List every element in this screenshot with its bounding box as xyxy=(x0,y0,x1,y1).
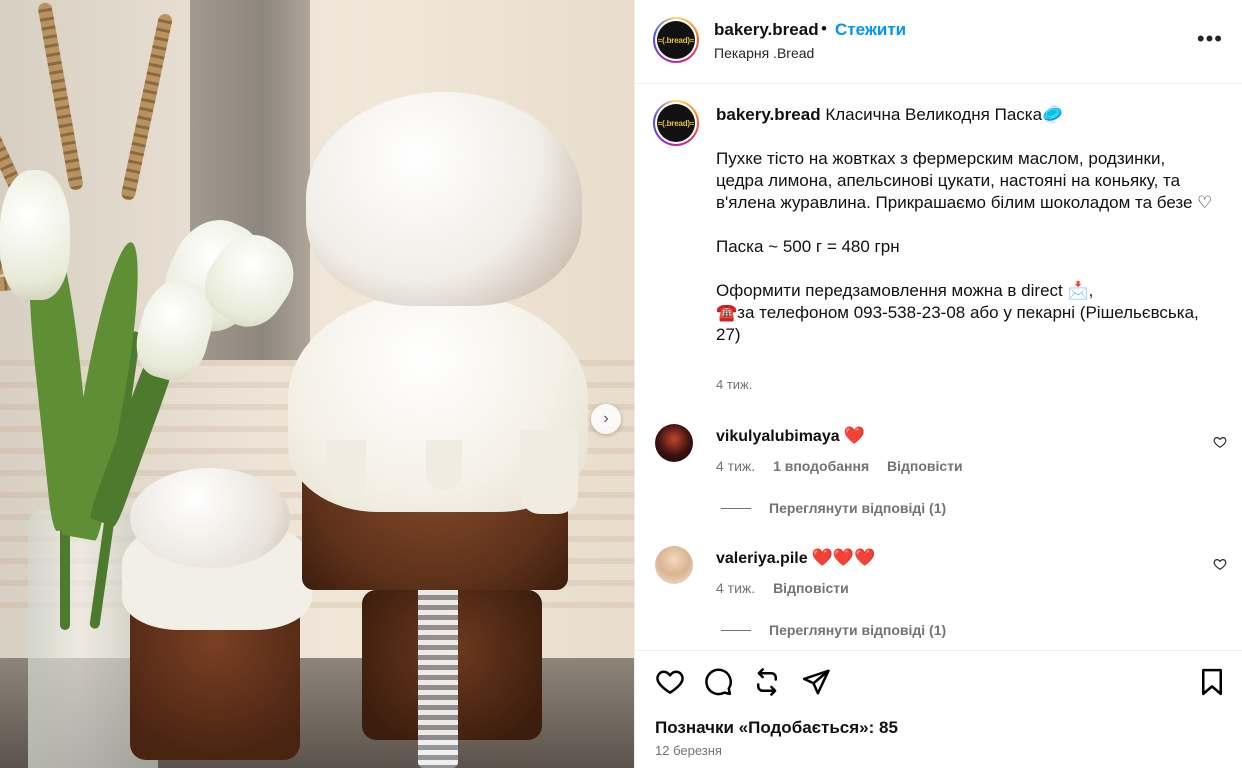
post-actions: Позначки «Подобається»: 85 12 березня xyxy=(635,650,1242,768)
separator-dot: • xyxy=(821,19,827,38)
comment-meta: 4 тиж. Відповісти xyxy=(716,580,863,596)
bookmark-icon[interactable] xyxy=(1197,667,1227,697)
comment-timestamp[interactable]: 4 тиж. xyxy=(716,458,755,474)
author-subtitle[interactable]: Пекарня .Bread xyxy=(714,45,814,61)
author-username[interactable]: bakery.bread xyxy=(714,20,819,40)
reply-button[interactable]: Відповісти xyxy=(773,580,849,596)
repost-icon[interactable] xyxy=(752,667,782,697)
divider-line xyxy=(721,507,751,509)
view-replies-label: Переглянути відповіді (1) xyxy=(769,500,947,516)
post-date[interactable]: 12 березня xyxy=(655,743,722,758)
main-paska-meringue xyxy=(306,92,582,306)
post-image[interactable]: › xyxy=(0,0,634,768)
comment-icon[interactable] xyxy=(703,667,733,697)
comment-header: vikulyalubimaya ❤️ xyxy=(716,426,865,446)
bakery-logo: ≈(.bread)≈ xyxy=(657,104,695,142)
commenter-avatar[interactable] xyxy=(655,424,693,462)
bakery-logo: ≈(.bread)≈ xyxy=(657,21,695,59)
heart-icon[interactable] xyxy=(1213,557,1227,571)
follow-button[interactable]: Стежити xyxy=(835,20,906,40)
caption-paragraph: Пухке тісто на жовтках з фермерским масл… xyxy=(716,149,1213,212)
post-caption: bakery.bread Класична Великодня Паска🥏 П… xyxy=(716,104,1216,346)
more-horizontal-icon: ••• xyxy=(1196,26,1223,51)
caption-order-phone: ☎️за телефоном 093-538-23-08 або у пекар… xyxy=(716,303,1199,344)
caption-order-direct: Оформити передзамовлення можна в direct … xyxy=(716,281,1094,300)
divider-line xyxy=(721,629,751,631)
like-heart-icon[interactable] xyxy=(655,667,685,697)
post-side-panel: ≈(.bread)≈ bakery.bread • Стежити Пекарн… xyxy=(634,0,1242,768)
comment-text: ❤️ xyxy=(843,426,865,445)
comment-meta: 4 тиж. 1 вподобання Відповісти xyxy=(716,458,977,474)
caption-author-avatar[interactable]: ≈(.bread)≈ xyxy=(653,100,699,146)
more-options-button[interactable]: ••• xyxy=(1197,28,1223,50)
heart-icon[interactable] xyxy=(1213,435,1227,449)
commenter-username[interactable]: vikulyalubimaya xyxy=(716,428,840,445)
likes-count[interactable]: Позначки «Подобається»: 85 xyxy=(655,718,898,738)
caption-author-username[interactable]: bakery.bread xyxy=(716,105,821,124)
commenter-username[interactable]: valeriya.pile xyxy=(716,550,808,567)
small-paska-meringue xyxy=(130,468,290,568)
commenter-avatar[interactable] xyxy=(655,546,693,584)
glass-stand xyxy=(418,580,458,768)
post-header: ≈(.bread)≈ bakery.bread • Стежити Пекарн… xyxy=(635,0,1242,84)
view-replies-button[interactable]: Переглянути відповіді (1) xyxy=(721,500,946,516)
caption-timestamp[interactable]: 4 тиж. xyxy=(716,377,752,392)
share-icon[interactable] xyxy=(801,667,831,697)
comment-likes-count[interactable]: 1 вподобання xyxy=(773,458,869,474)
carousel-next-button[interactable]: › xyxy=(591,404,621,434)
view-replies-button[interactable]: Переглянути відповіді (1) xyxy=(721,622,946,638)
reply-button[interactable]: Відповісти xyxy=(887,458,963,474)
tulip-flower xyxy=(0,170,70,300)
comment-timestamp[interactable]: 4 тиж. xyxy=(716,580,755,596)
chevron-right-icon: › xyxy=(603,410,609,427)
glaze-drip xyxy=(326,440,366,500)
caption-price: Паска ~ 500 г = 480 грн xyxy=(716,237,900,256)
glaze-drip xyxy=(426,440,462,490)
caption-title: Класична Великодня Паска🥏 xyxy=(825,105,1064,124)
view-replies-label: Переглянути відповіді (1) xyxy=(769,622,947,638)
glaze-drip xyxy=(520,430,578,514)
author-avatar[interactable]: ≈(.bread)≈ xyxy=(653,17,699,63)
comment-header: valeriya.pile ❤️❤️❤️ xyxy=(716,548,875,568)
comment-text: ❤️❤️❤️ xyxy=(811,548,876,567)
